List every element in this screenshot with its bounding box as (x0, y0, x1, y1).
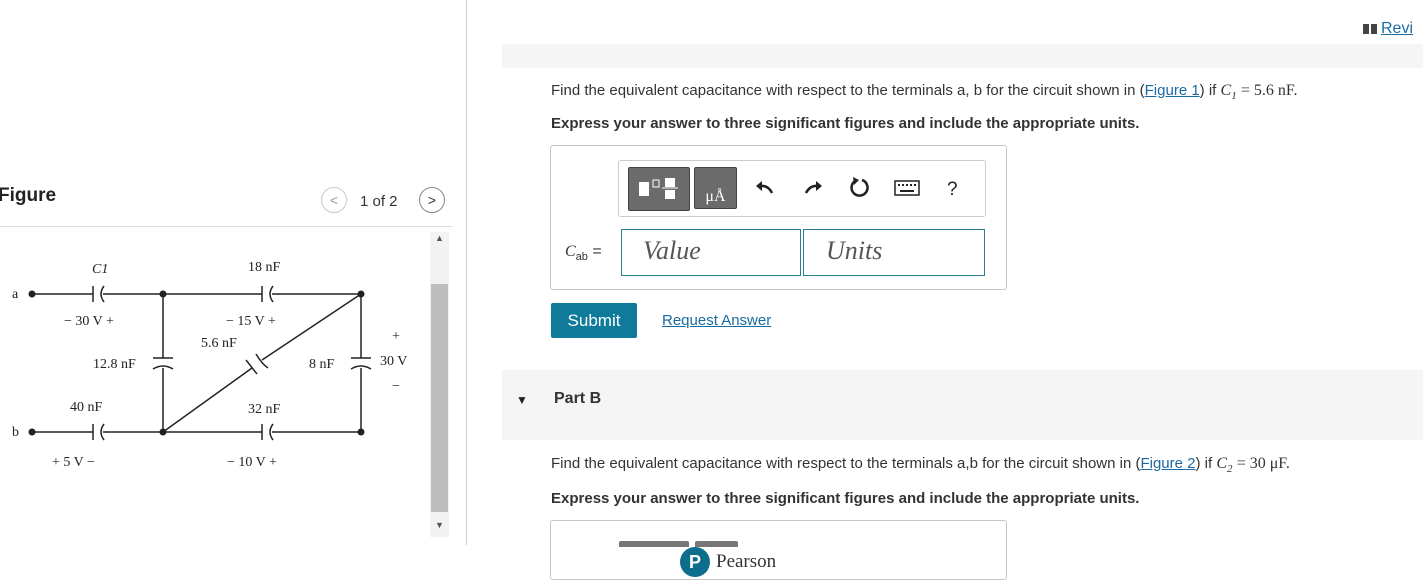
reset-icon[interactable] (847, 176, 871, 205)
c1-value: = 5.6 nF. (1240, 82, 1298, 99)
review-link[interactable]: Revi (1363, 20, 1413, 38)
c1-label: C1 (92, 262, 108, 277)
c2-value: = 30 μF. (1236, 455, 1290, 472)
collapse-arrow-icon[interactable]: ▼ (516, 393, 528, 407)
math-toolbar: μÅ ? (618, 160, 986, 217)
scroll-up-arrow-icon[interactable]: ▲ (432, 233, 447, 245)
previous-figure-button[interactable]: < (321, 187, 347, 213)
c-5-6nf-label: 5.6 nF (201, 336, 237, 351)
c-40nf-voltage-label: + 5 V − (52, 455, 95, 470)
scroll-down-arrow-icon[interactable]: ▼ (432, 520, 447, 532)
part-b-label[interactable]: Part B (554, 390, 601, 408)
c-8nf-voltage-label: 30 V (380, 354, 407, 369)
c-40nf-label: 40 nF (70, 400, 103, 415)
c-8nf-label: 8 nF (309, 357, 335, 372)
figure-divider (0, 226, 452, 227)
figure-1-link[interactable]: Figure 1 (1145, 82, 1200, 99)
templates-button[interactable] (628, 167, 690, 211)
units-button-label: μÅ (705, 188, 726, 205)
c-12-8nf-label: 12.8 nF (93, 357, 136, 372)
part-b-instruction: Express your answer to three significant… (551, 490, 1140, 507)
part-a-header-band (502, 44, 1423, 68)
keyboard-icon[interactable] (894, 180, 920, 201)
c-8nf-voltage-plus: + (392, 329, 400, 344)
c1-symbol: C1 (1220, 82, 1237, 103)
part-a-instruction: Express your answer to three significant… (551, 115, 1140, 132)
undo-icon[interactable] (754, 177, 776, 204)
figure-page-indicator: 1 of 2 (360, 193, 398, 210)
figure-scrollbar-thumb[interactable] (431, 284, 448, 512)
chevron-left-icon: < (329, 192, 339, 208)
pearson-wordmark: Pearson (716, 551, 777, 572)
part-a-question: Find the equivalent capacitance with res… (551, 82, 1298, 103)
redo-icon[interactable] (802, 177, 824, 204)
node-b-label: b (12, 425, 19, 440)
node-a-label: a (12, 287, 19, 302)
part-b-answer-box (550, 520, 1007, 580)
next-figure-button[interactable]: > (419, 187, 445, 213)
figure-2-link[interactable]: Figure 2 (1140, 455, 1195, 472)
submit-button[interactable]: Submit (551, 303, 637, 338)
circuit-diagram: a b C1 − 30 V + 18 nF − 15 V + 5.6 nF 12… (12, 260, 407, 470)
panel-divider (466, 0, 467, 545)
c-18nf-label: 18 nF (248, 260, 281, 275)
pearson-logo: P (680, 547, 710, 577)
units-button[interactable]: μÅ (694, 167, 737, 209)
part-b-question: Find the equivalent capacitance with res… (551, 455, 1290, 476)
templates-button[interactable] (619, 541, 689, 547)
help-button[interactable]: ? (947, 179, 958, 201)
value-input[interactable]: Value (621, 229, 801, 276)
part-b-header-band[interactable] (502, 370, 1423, 440)
c-32nf-voltage-label: − 10 V + (227, 455, 277, 470)
c2-symbol: C2 (1216, 455, 1233, 476)
review-link-label[interactable]: Revi (1381, 20, 1413, 37)
c1-voltage-label: − 30 V + (64, 314, 114, 329)
units-input[interactable]: Units (803, 229, 985, 276)
c-18nf-voltage-label: − 15 V + (226, 314, 276, 329)
book-icon (1363, 20, 1381, 38)
figure-title: Figure (0, 185, 57, 206)
cab-label: Cab = (565, 243, 602, 264)
c-32nf-label: 32 nF (248, 402, 281, 417)
templates-icon (639, 178, 678, 199)
request-answer-link[interactable]: Request Answer (662, 312, 771, 329)
chevron-right-icon: > (427, 192, 437, 208)
c-8nf-voltage-minus: − (392, 379, 400, 394)
